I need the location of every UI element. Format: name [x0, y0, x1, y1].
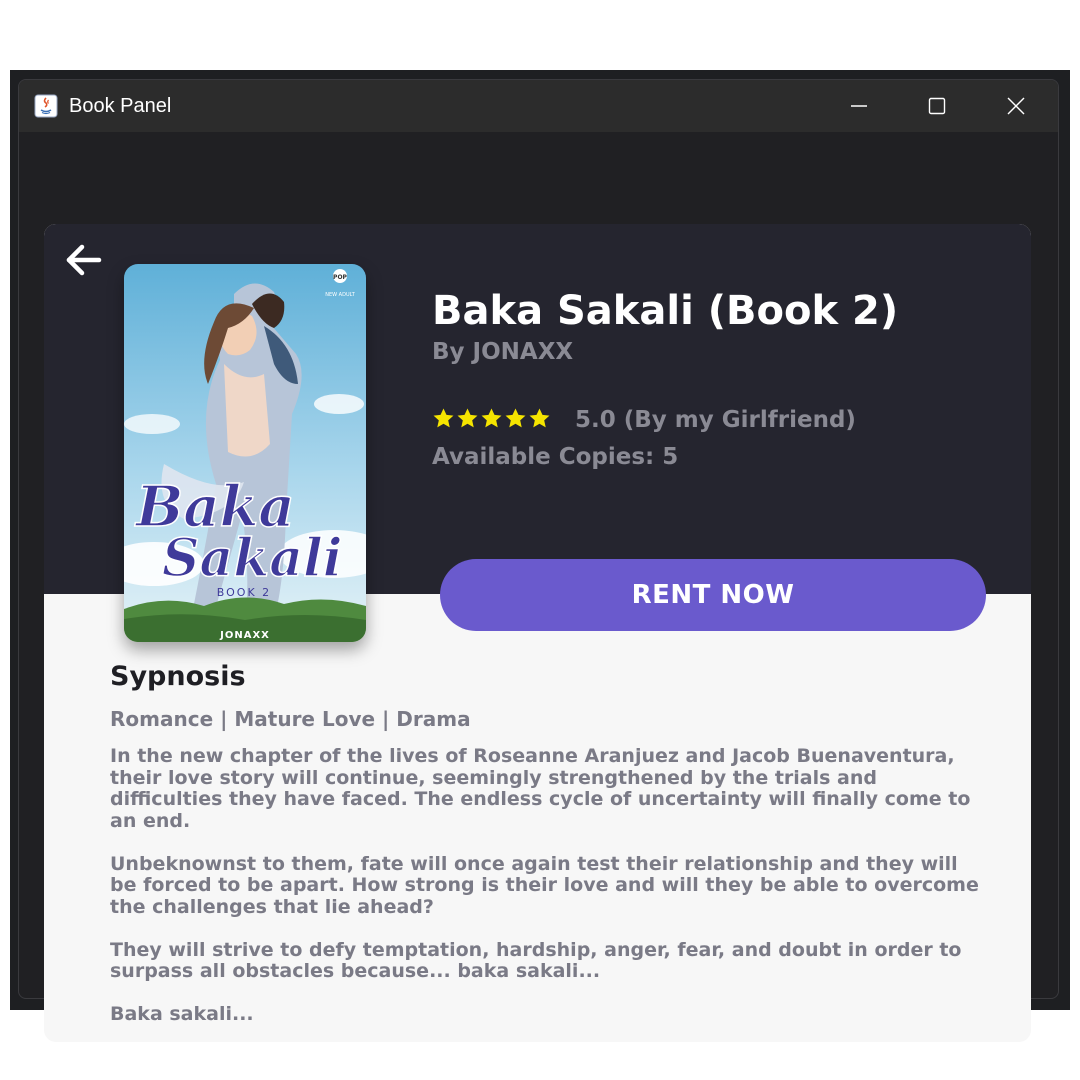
svg-text:JONAXX: JONAXX	[219, 630, 270, 641]
genre-list: Romance | Mature Love | Drama	[110, 707, 471, 731]
synopsis-paragraph: Baka sakali...	[110, 1003, 254, 1025]
book-author: By JONAXX	[432, 339, 574, 365]
svg-text:Sakali: Sakali	[162, 528, 342, 589]
star-rating	[432, 407, 551, 433]
book-title: Baka Sakali (Book 2)	[432, 288, 899, 334]
minimize-button[interactable]	[820, 80, 898, 132]
maximize-button[interactable]	[898, 80, 976, 132]
close-button[interactable]	[977, 80, 1055, 132]
book-cover-image: POP NEW ADULT Baka Sakali BOOK 2 JONAXX	[124, 264, 366, 642]
svg-text:BOOK 2: BOOK 2	[217, 586, 271, 599]
star-icon	[433, 408, 454, 428]
window-title: Book Panel	[69, 95, 172, 117]
minimize-icon	[851, 105, 867, 107]
synopsis-paragraph: They will strive to defy temptation, har…	[110, 938, 962, 982]
close-icon	[1007, 97, 1025, 115]
svg-text:POP: POP	[333, 274, 347, 281]
java-app-icon	[34, 94, 58, 118]
content-area: POP NEW ADULT Baka Sakali BOOK 2 JONAXX …	[44, 224, 1031, 1042]
star-icon	[505, 408, 526, 428]
synopsis-text: In the new chapter of the lives of Rosea…	[110, 745, 985, 1042]
title-bar[interactable]: Book Panel	[19, 80, 1058, 132]
book-panel-window: Book Panel POP NEW ADULT Baka Sakali BOO…	[10, 70, 1070, 1042]
star-icon	[457, 408, 478, 428]
star-icon	[529, 408, 550, 428]
synopsis-paragraph: In the new chapter of the lives of Rosea…	[110, 745, 971, 832]
synopsis-heading: Sypnosis	[110, 661, 246, 692]
rent-now-button[interactable]: RENT NOW	[440, 559, 986, 631]
star-icon	[481, 408, 502, 428]
back-arrow-icon	[66, 244, 102, 276]
rating-text: 5.0 (By my Girlfriend)	[575, 407, 856, 433]
synopsis-paragraph: Unbeknownst to them, fate will once agai…	[110, 852, 979, 918]
svg-text:NEW ADULT: NEW ADULT	[325, 292, 355, 298]
book-detail-card: POP NEW ADULT Baka Sakali BOOK 2 JONAXX …	[44, 224, 1031, 1042]
back-button[interactable]	[64, 242, 104, 278]
maximize-icon	[928, 97, 946, 115]
available-copies: Available Copies: 5	[432, 444, 679, 470]
